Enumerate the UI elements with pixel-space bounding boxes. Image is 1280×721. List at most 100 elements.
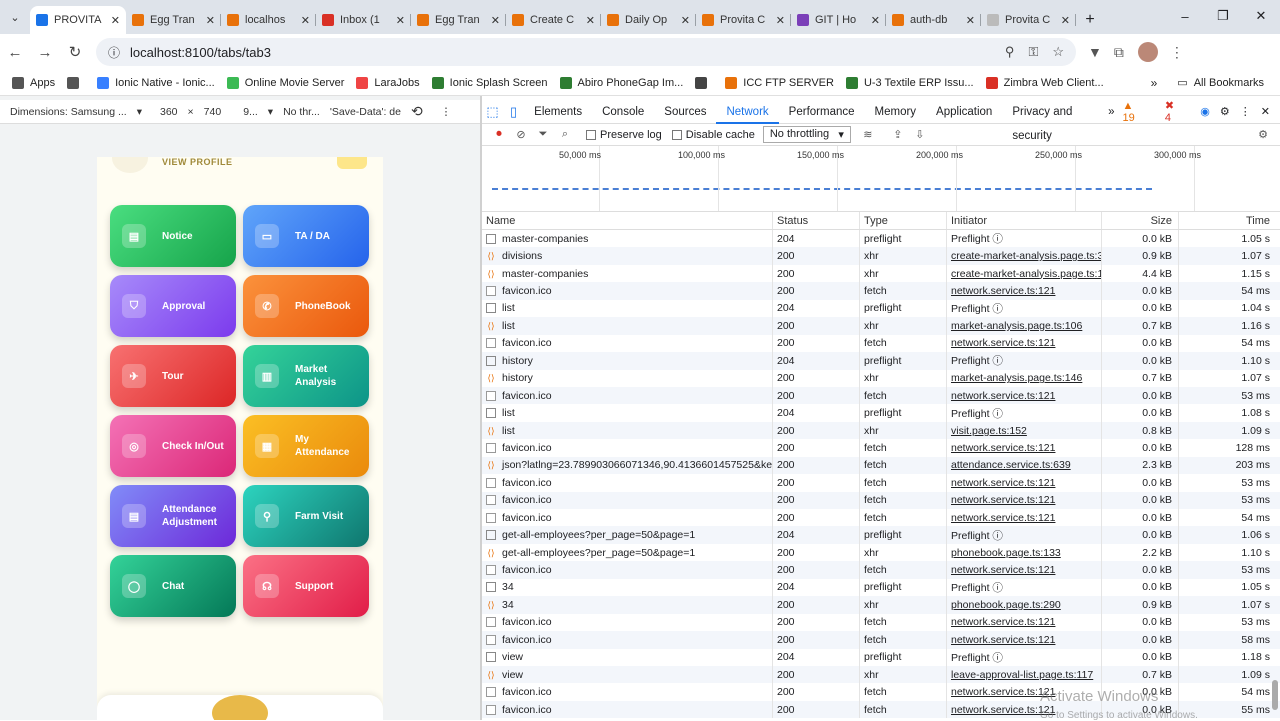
devtools-tab-memory[interactable]: Memory [865, 100, 927, 124]
device-height[interactable]: 740 [204, 106, 222, 118]
app-tile-my-attendance[interactable]: ▦ My Attendance [243, 415, 369, 477]
disable-cache-checkbox[interactable]: Disable cache [671, 129, 755, 141]
address-bar[interactable]: ⓘ localhost:8100/tabs/tab3 ⚲ ⚿ ☆ [96, 38, 1076, 66]
location-icon[interactable]: ⚲ [1005, 44, 1015, 60]
browser-tab[interactable]: GIT | Ho ✕ [791, 6, 886, 34]
new-tab-button[interactable]: + [1076, 6, 1104, 34]
request-initiator[interactable]: network.service.ts:121 [951, 564, 1055, 576]
request-row[interactable]: favicon.ico 200 fetch network.service.ts:12… [482, 334, 1280, 353]
bookmark-item[interactable]: Zimbra Web Client... [985, 76, 1104, 89]
request-initiator[interactable]: leave-approval-list.page.ts:117 [951, 669, 1093, 681]
devtools-tab-application[interactable]: Application [926, 100, 1002, 124]
request-row[interactable]: favicon.ico 200 fetch network.service.ts:12… [482, 282, 1280, 300]
browser-tab[interactable]: Create C ✕ [506, 6, 601, 34]
column-header-type[interactable]: Type [860, 212, 947, 229]
app-tile-phonebook[interactable]: ✆ PhoneBook [243, 275, 369, 337]
device-zoom[interactable]: 9... [243, 106, 258, 118]
request-initiator[interactable]: phonebook.page.ts:133 [951, 547, 1061, 559]
device-width[interactable]: 360 [160, 106, 178, 118]
minimize-icon[interactable]: – [1166, 0, 1204, 32]
restore-icon[interactable]: ❐ [1204, 0, 1242, 32]
bookmark-item[interactable]: LaraJobs [356, 76, 420, 89]
tab-close-icon[interactable]: ✕ [776, 14, 785, 27]
devtools-tab-elements[interactable]: Elements [524, 100, 592, 124]
app-tile-approval[interactable]: ⛉ Approval [110, 275, 236, 337]
close-window-icon[interactable]: ✕ [1242, 0, 1280, 32]
zoom-caret-icon[interactable]: ▾ [268, 106, 273, 118]
request-row[interactable]: view 204 preflight Preflight ⓘ 0.0 kB 1.18 s [482, 648, 1280, 666]
record-icon[interactable]: ⏺ [488, 128, 510, 141]
request-initiator[interactable]: create-market-analysis.page.ts:1 [951, 268, 1101, 280]
request-initiator[interactable]: market-analysis.page.ts:106 [951, 320, 1082, 332]
requests-scrollbar[interactable] [1272, 680, 1278, 710]
request-row[interactable]: ⟨⟩ history 200 xhr market-analysis.page.ts:1… [482, 369, 1280, 387]
devtools-tab-performance[interactable]: Performance [779, 100, 865, 124]
browser-tab[interactable]: Daily Op ✕ [601, 6, 696, 34]
browser-tab[interactable]: Egg Tran ✕ [126, 6, 221, 34]
bookmark-item[interactable]: Ionic Native - Ionic... [97, 76, 215, 89]
rotate-icon[interactable]: ⟲ [411, 103, 423, 120]
column-header-status[interactable]: Status [773, 212, 860, 229]
home-tab-button[interactable] [212, 695, 268, 720]
request-row[interactable]: favicon.ico 200 fetch network.service.ts:12… [482, 386, 1280, 405]
request-row[interactable]: favicon.ico 200 fetch network.service.ts:12… [482, 631, 1280, 649]
tab-close-icon[interactable]: ✕ [871, 14, 880, 27]
request-initiator[interactable]: network.service.ts:121 [951, 616, 1055, 628]
bookmarks-overflow-icon[interactable]: » [1151, 76, 1158, 90]
warning-count[interactable]: ▲ 19 [1123, 100, 1155, 124]
app-tile-check-in-out[interactable]: ◎ Check In/Out [110, 415, 236, 477]
profile-picture[interactable] [112, 157, 148, 173]
request-initiator[interactable]: network.service.ts:121 [951, 477, 1055, 489]
password-key-icon[interactable]: ⚿ [1028, 44, 1038, 60]
request-row[interactable]: ⟨⟩ master-companies 200 xhr create-market-an… [482, 264, 1280, 283]
request-row[interactable]: ⟨⟩ list 200 xhr visit.page.ts:152 0.8 kB 1.09 … [482, 421, 1280, 440]
app-tile-farm-visit[interactable]: ⚲ Farm Visit [243, 485, 369, 547]
network-overview-timeline[interactable]: 50,000 ms 100,000 ms 150,000 ms 200,000 ms 2… [482, 146, 1280, 212]
network-settings-icon[interactable]: ⚙ [1252, 128, 1274, 141]
devtools-settings-icon[interactable]: ⚙ [1220, 105, 1230, 118]
tab-close-icon[interactable]: ✕ [301, 14, 310, 27]
app-tile-market-analysis[interactable]: ▥ Market Analysis [243, 345, 369, 407]
app-tile-support[interactable]: ☊ Support [243, 555, 369, 617]
request-row[interactable]: favicon.ico 200 fetch network.service.ts:12… [482, 474, 1280, 492]
bookmark-item[interactable]: Abiro PhoneGap Im... [559, 76, 683, 89]
browser-tab[interactable]: auth-db ✕ [886, 6, 981, 34]
tab-close-icon[interactable]: ✕ [966, 14, 975, 27]
throttling-select[interactable]: No throttling ▾ [762, 126, 851, 143]
export-har-icon[interactable]: ⇩ [909, 128, 931, 141]
site-info-icon[interactable]: ⓘ [108, 44, 120, 61]
reload-icon[interactable]: ↻ [60, 43, 90, 61]
extension-icon[interactable]: ▼ [1088, 44, 1102, 60]
devtools-menu-icon[interactable]: ⋮ [1240, 105, 1251, 118]
browser-tab[interactable]: Provita C ✕ [696, 6, 791, 34]
all-bookmarks[interactable]: ▭ All Bookmarks [1177, 76, 1264, 90]
bookmark-item[interactable]: U-3 Textile ERP Issu... [845, 76, 974, 89]
request-row[interactable]: list 204 preflight Preflight ⓘ 0.0 kB 1.08 s [482, 404, 1280, 422]
request-row[interactable]: ⟨⟩ 34 200 xhr phonebook.page.ts:290 0.9 kB 1.0… [482, 596, 1280, 614]
preserve-log-checkbox[interactable]: Preserve log [586, 129, 662, 141]
request-row[interactable]: 34 204 preflight Preflight ⓘ 0.0 kB 1.05 s [482, 578, 1280, 597]
bookmark-item[interactable]: ICC FTP SERVER [725, 76, 834, 89]
app-tile-tour[interactable]: ✈ Tour [110, 345, 236, 407]
tab-close-icon[interactable]: ✕ [491, 14, 500, 27]
request-row[interactable]: favicon.ico 200 fetch network.service.ts:12… [482, 683, 1280, 701]
request-row[interactable]: ⟨⟩ divisions 200 xhr create-market-analysis.… [482, 247, 1280, 265]
dimensions-caret-icon[interactable]: ▾ [137, 106, 142, 118]
inspect-element-icon[interactable]: ⬚ [482, 104, 503, 120]
tab-close-icon[interactable]: ✕ [111, 14, 120, 27]
request-initiator[interactable]: network.service.ts:121 [951, 337, 1055, 349]
device-throttle[interactable]: No thr... [283, 106, 320, 118]
import-har-icon[interactable]: ⇪ [887, 128, 909, 141]
bookmark-item[interactable]: Ionic Splash Screen [431, 76, 548, 89]
request-initiator[interactable]: attendance.service.ts:639 [951, 459, 1071, 471]
bookmark-item[interactable] [67, 76, 85, 89]
request-row[interactable]: ⟨⟩ view 200 xhr leave-approval-list.page.ts:… [482, 665, 1280, 684]
request-initiator[interactable]: network.service.ts:121 [951, 285, 1055, 297]
request-row[interactable]: favicon.ico 200 fetch network.service.ts:12… [482, 491, 1280, 509]
clear-icon[interactable]: ⊘ [510, 128, 532, 141]
request-initiator[interactable]: market-analysis.page.ts:146 [951, 372, 1082, 384]
error-count[interactable]: ✖ 4 [1165, 99, 1190, 124]
request-row[interactable]: ⟨⟩ json?latlng=23.789903066071346,90.4136… [482, 456, 1280, 475]
devtools-close-icon[interactable]: ✕ [1261, 105, 1270, 118]
request-initiator[interactable]: phonebook.page.ts:290 [951, 599, 1061, 611]
